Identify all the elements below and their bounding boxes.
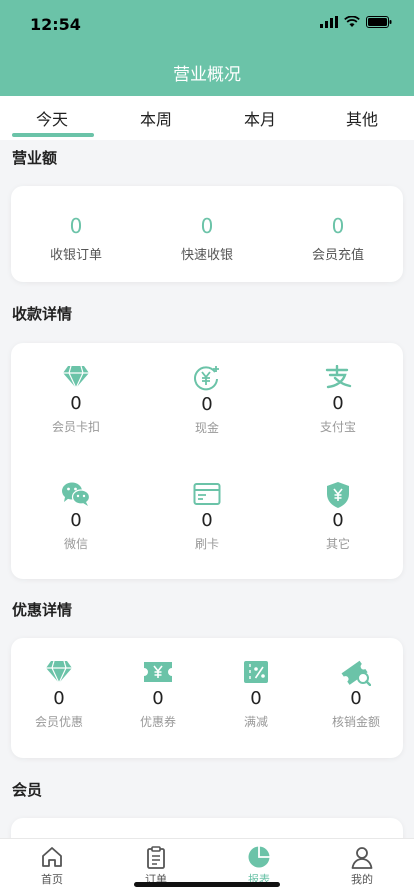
tabbar-orders[interactable]: 订单	[104, 845, 208, 887]
revenue-label: 收银订单	[49, 248, 102, 263]
revenue-label: 会员充值	[311, 248, 364, 263]
status-time: 12:54	[30, 15, 81, 34]
signal-icon	[320, 16, 338, 28]
chart-icon	[248, 846, 270, 868]
revenue-value: 0	[200, 214, 214, 238]
payment-label: 现金	[194, 421, 219, 435]
tabbar-mine[interactable]: 我的	[310, 845, 414, 887]
payment-value: 0	[70, 510, 82, 531]
discount-value: 0	[53, 688, 65, 709]
revenue-section-title: 营业额	[12, 149, 58, 167]
payment-value: 0	[332, 510, 344, 531]
payment-value: 0	[70, 393, 82, 414]
payment-item[interactable]: 0 支付宝	[293, 365, 383, 435]
tabbar-home[interactable]: 首页	[0, 845, 104, 887]
period-tabs: 今天 本周 本月 其他	[0, 96, 414, 140]
revenue-item[interactable]: 0 会员充值	[293, 214, 383, 263]
revenue-item[interactable]: 0 快速收银	[162, 214, 252, 263]
revenue-card: 0 收银订单 0 快速收银 0 会员充值	[11, 186, 403, 282]
cash-icon	[194, 366, 219, 391]
revenue-item[interactable]: 0 收银订单	[31, 214, 121, 263]
header: 12:54 营业概况	[0, 0, 414, 96]
card-icon	[193, 483, 221, 505]
payment-label: 会员卡扣	[51, 420, 100, 434]
payment-item[interactable]: 0 刷卡	[162, 481, 252, 552]
discount-card: 0 会员优惠 0 优惠券 0 满减 0 核销金额	[11, 638, 403, 758]
discount-item[interactable]: 0 核销金额	[316, 660, 396, 730]
payment-card: 0 会员卡扣 0 现金 0 支付宝 0 微信 0 刷卡 0 其它	[11, 343, 403, 579]
status-icons	[320, 16, 392, 28]
active-tab-indicator	[12, 133, 94, 137]
home-icon	[42, 847, 62, 867]
home-indicator	[134, 882, 280, 887]
tabbar-label: 我的	[351, 873, 373, 886]
discount-label: 优惠券	[139, 715, 176, 729]
discount-label: 核销金额	[331, 715, 380, 729]
tabbar-reports[interactable]: 报表	[207, 845, 311, 887]
payment-label: 支付宝	[319, 420, 356, 434]
payment-value: 0	[201, 394, 213, 415]
discount-value: 0	[350, 688, 362, 709]
payment-item[interactable]: 0 微信	[31, 481, 121, 552]
discount-value: 0	[250, 688, 262, 709]
discount-value: 0	[152, 688, 164, 709]
status-bar: 12:54	[0, 0, 414, 48]
page-title: 营业概况	[173, 65, 241, 85]
payment-item[interactable]: 0 现金	[162, 365, 252, 436]
payment-label: 刷卡	[194, 537, 219, 551]
payment-label: 其它	[325, 537, 350, 551]
shield-yen-icon	[327, 482, 349, 508]
discount-item[interactable]: 0 优惠券	[120, 660, 196, 730]
revenue-label: 快速收银	[180, 248, 233, 263]
revenue-value: 0	[331, 214, 345, 238]
discount-item[interactable]: 0 会员优惠	[21, 660, 97, 730]
payment-value: 0	[201, 510, 213, 531]
discount-label: 满减	[243, 715, 268, 729]
ticket-check-icon	[341, 660, 371, 686]
tab-today[interactable]: 今天	[0, 106, 104, 130]
tab-other[interactable]: 其他	[310, 106, 414, 130]
wechat-icon	[62, 482, 91, 506]
discount-section-title: 优惠详情	[12, 601, 73, 619]
diamond-icon	[63, 365, 89, 389]
payment-section-title: 收款详情	[12, 305, 73, 323]
diamond-icon	[46, 660, 72, 684]
battery-icon	[366, 16, 392, 28]
payment-label: 微信	[63, 537, 88, 551]
coupon-icon	[144, 662, 172, 682]
bottom-tab-bar: 首页 订单 报表 我的	[0, 838, 414, 896]
payment-item[interactable]: 0 会员卡扣	[31, 365, 121, 435]
order-icon	[147, 846, 165, 869]
tab-week[interactable]: 本周	[104, 106, 208, 130]
payment-value: 0	[332, 393, 344, 414]
payment-item[interactable]: 0 其它	[293, 481, 383, 552]
discount-label: 会员优惠	[34, 715, 83, 729]
percent-icon	[244, 661, 268, 683]
member-section-title: 会员	[12, 781, 43, 799]
tab-month[interactable]: 本月	[208, 106, 312, 130]
tabbar-label: 首页	[41, 873, 63, 886]
revenue-value: 0	[69, 214, 83, 238]
discount-item[interactable]: 0 满减	[218, 660, 294, 730]
alipay-icon	[325, 365, 352, 389]
wifi-icon	[344, 16, 360, 27]
user-icon	[351, 847, 373, 869]
